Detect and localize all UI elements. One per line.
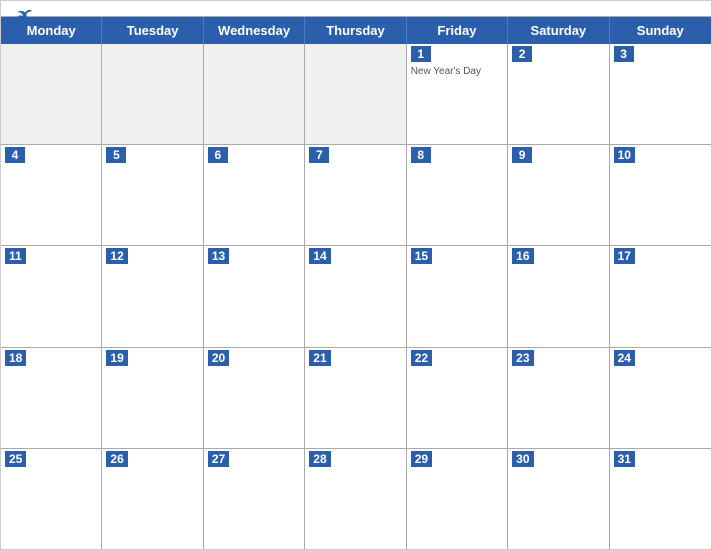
day-number: 7 <box>309 147 329 163</box>
week-row-5: 25 26 27 28 29 30 31 <box>1 449 711 549</box>
day-header-wednesday: Wednesday <box>204 17 305 44</box>
day-header-friday: Friday <box>407 17 508 44</box>
day-number: 27 <box>208 451 229 467</box>
day-cell: 27 <box>204 449 305 549</box>
calendar-header <box>1 1 711 16</box>
day-number: 29 <box>411 451 432 467</box>
day-number: 26 <box>106 451 127 467</box>
day-cell: 11 <box>1 246 102 346</box>
day-number: 21 <box>309 350 330 366</box>
day-cell: 24 <box>610 348 711 448</box>
day-cell: 12 <box>102 246 203 346</box>
day-cell: 18 <box>1 348 102 448</box>
day-number: 19 <box>106 350 127 366</box>
calendar-grid: MondayTuesdayWednesdayThursdayFridaySatu… <box>1 16 711 549</box>
day-cell: 16 <box>508 246 609 346</box>
weeks-container: 1New Year's Day2345678910111213141516171… <box>1 44 711 549</box>
day-cell: 7 <box>305 145 406 245</box>
day-cell <box>1 44 102 144</box>
day-number: 2 <box>512 46 532 62</box>
day-number: 20 <box>208 350 229 366</box>
day-cell: 9 <box>508 145 609 245</box>
day-number: 24 <box>614 350 635 366</box>
day-headers-row: MondayTuesdayWednesdayThursdayFridaySatu… <box>1 17 711 44</box>
day-number: 1 <box>411 46 431 62</box>
day-cell: 29 <box>407 449 508 549</box>
day-number: 13 <box>208 248 229 264</box>
day-cell: 19 <box>102 348 203 448</box>
day-number: 6 <box>208 147 228 163</box>
day-header-sunday: Sunday <box>610 17 711 44</box>
day-cell: 5 <box>102 145 203 245</box>
day-event: New Year's Day <box>411 66 503 77</box>
day-number: 11 <box>5 248 26 264</box>
day-cell: 13 <box>204 246 305 346</box>
day-number: 25 <box>5 451 26 467</box>
day-number: 28 <box>309 451 330 467</box>
day-number: 12 <box>106 248 127 264</box>
day-cell: 10 <box>610 145 711 245</box>
day-number: 31 <box>614 451 635 467</box>
day-number: 16 <box>512 248 533 264</box>
day-cell: 22 <box>407 348 508 448</box>
day-number: 23 <box>512 350 533 366</box>
week-row-2: 4 5 6 7 8 9 10 <box>1 145 711 246</box>
day-number: 30 <box>512 451 533 467</box>
day-cell: 15 <box>407 246 508 346</box>
day-cell: 26 <box>102 449 203 549</box>
day-number: 10 <box>614 147 635 163</box>
day-cell: 31 <box>610 449 711 549</box>
logo-bird-icon <box>16 9 34 23</box>
day-cell: 6 <box>204 145 305 245</box>
day-cell: 23 <box>508 348 609 448</box>
day-cell <box>102 44 203 144</box>
day-cell: 1 New Year's Day <box>407 44 508 144</box>
day-cell: 21 <box>305 348 406 448</box>
day-cell: 2 <box>508 44 609 144</box>
day-header-thursday: Thursday <box>305 17 406 44</box>
day-cell: 28 <box>305 449 406 549</box>
day-number: 8 <box>411 147 431 163</box>
day-cell <box>305 44 406 144</box>
logo-area <box>16 9 36 23</box>
day-cell: 14 <box>305 246 406 346</box>
day-number: 14 <box>309 248 330 264</box>
day-cell: 20 <box>204 348 305 448</box>
day-cell: 17 <box>610 246 711 346</box>
day-cell: 25 <box>1 449 102 549</box>
day-number: 4 <box>5 147 25 163</box>
day-number: 15 <box>411 248 432 264</box>
day-header-tuesday: Tuesday <box>102 17 203 44</box>
calendar-container: MondayTuesdayWednesdayThursdayFridaySatu… <box>0 0 712 550</box>
day-cell: 30 <box>508 449 609 549</box>
day-cell: 4 <box>1 145 102 245</box>
day-number: 18 <box>5 350 26 366</box>
day-number: 3 <box>614 46 634 62</box>
week-row-3: 11 12 13 14 15 16 17 <box>1 246 711 347</box>
day-cell: 8 <box>407 145 508 245</box>
day-number: 5 <box>106 147 126 163</box>
day-cell <box>204 44 305 144</box>
logo-blue-area <box>16 9 36 23</box>
day-number: 22 <box>411 350 432 366</box>
day-number: 9 <box>512 147 532 163</box>
day-number: 17 <box>614 248 635 264</box>
day-cell: 3 <box>610 44 711 144</box>
week-row-1: 1 New Year's Day 2 3 <box>1 44 711 145</box>
week-row-4: 18 19 20 21 22 23 24 <box>1 348 711 449</box>
day-header-saturday: Saturday <box>508 17 609 44</box>
